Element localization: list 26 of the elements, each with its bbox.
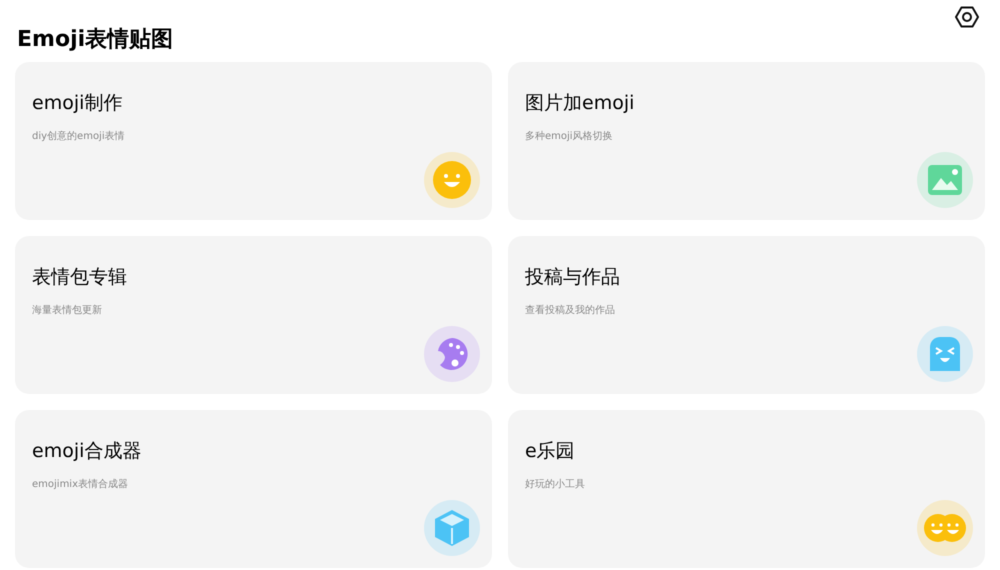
- smiley-icon: [433, 161, 471, 199]
- twin-smiley-icon: [924, 514, 966, 542]
- card-title: e乐园: [525, 439, 575, 464]
- ghost-face-icon: [930, 337, 960, 371]
- image-icon: [928, 165, 962, 195]
- feature-card[interactable]: emoji合成器 emojimix表情合成器: [15, 410, 492, 568]
- cube-icon: [435, 510, 469, 546]
- card-title: emoji合成器: [32, 439, 142, 464]
- feature-card[interactable]: e乐园 好玩的小工具: [508, 410, 985, 568]
- settings-icon[interactable]: [955, 5, 979, 29]
- card-title: 表情包专辑: [32, 265, 127, 290]
- palette-icon: [435, 337, 469, 371]
- card-subtitle: emojimix表情合成器: [32, 478, 128, 492]
- feature-card[interactable]: 投稿与作品 查看投稿及我的作品: [508, 236, 985, 394]
- feature-card[interactable]: 图片加emoji 多种emoji风格切换: [508, 62, 985, 220]
- card-title: 投稿与作品: [525, 265, 620, 290]
- feature-card[interactable]: emoji制作 diy创意的emoji表情: [15, 62, 492, 220]
- card-subtitle: 好玩的小工具: [525, 478, 585, 492]
- card-title: emoji制作: [32, 91, 122, 116]
- card-subtitle: 查看投稿及我的作品: [525, 304, 615, 318]
- feature-card[interactable]: 表情包专辑 海量表情包更新: [15, 236, 492, 394]
- page-title: Emoji表情贴图: [16, 26, 174, 54]
- card-subtitle: diy创意的emoji表情: [32, 130, 125, 144]
- card-title: 图片加emoji: [525, 91, 634, 116]
- card-subtitle: 多种emoji风格切换: [525, 130, 613, 144]
- card-subtitle: 海量表情包更新: [32, 304, 102, 318]
